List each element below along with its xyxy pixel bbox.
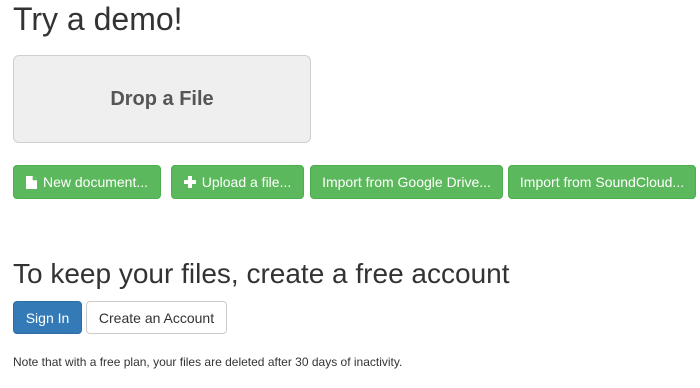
import-soundcloud-button[interactable]: Import from SoundCloud... <box>508 165 696 199</box>
free-plan-note: Note that with a free plan, your files a… <box>13 355 403 369</box>
plus-icon <box>183 176 196 188</box>
page-title: Try a demo! <box>13 1 183 37</box>
file-dropzone[interactable]: Drop a File <box>13 55 311 143</box>
import-soundcloud-label: Import from SoundCloud... <box>519 174 685 190</box>
import-google-drive-button[interactable]: Import from Google Drive... <box>310 165 503 199</box>
new-document-label: New document... <box>42 174 149 190</box>
create-account-button[interactable]: Create an Account <box>86 301 227 334</box>
new-document-button[interactable]: New document... <box>13 165 161 199</box>
import-google-drive-label: Import from Google Drive... <box>322 174 491 190</box>
account-heading: To keep your files, create a free accoun… <box>13 258 510 289</box>
dropzone-label: Drop a File <box>110 87 214 110</box>
upload-file-button[interactable]: Upload a file... <box>171 165 304 199</box>
file-icon <box>25 175 37 189</box>
upload-file-label: Upload a file... <box>201 174 292 190</box>
sign-in-button[interactable]: Sign In <box>13 301 82 334</box>
